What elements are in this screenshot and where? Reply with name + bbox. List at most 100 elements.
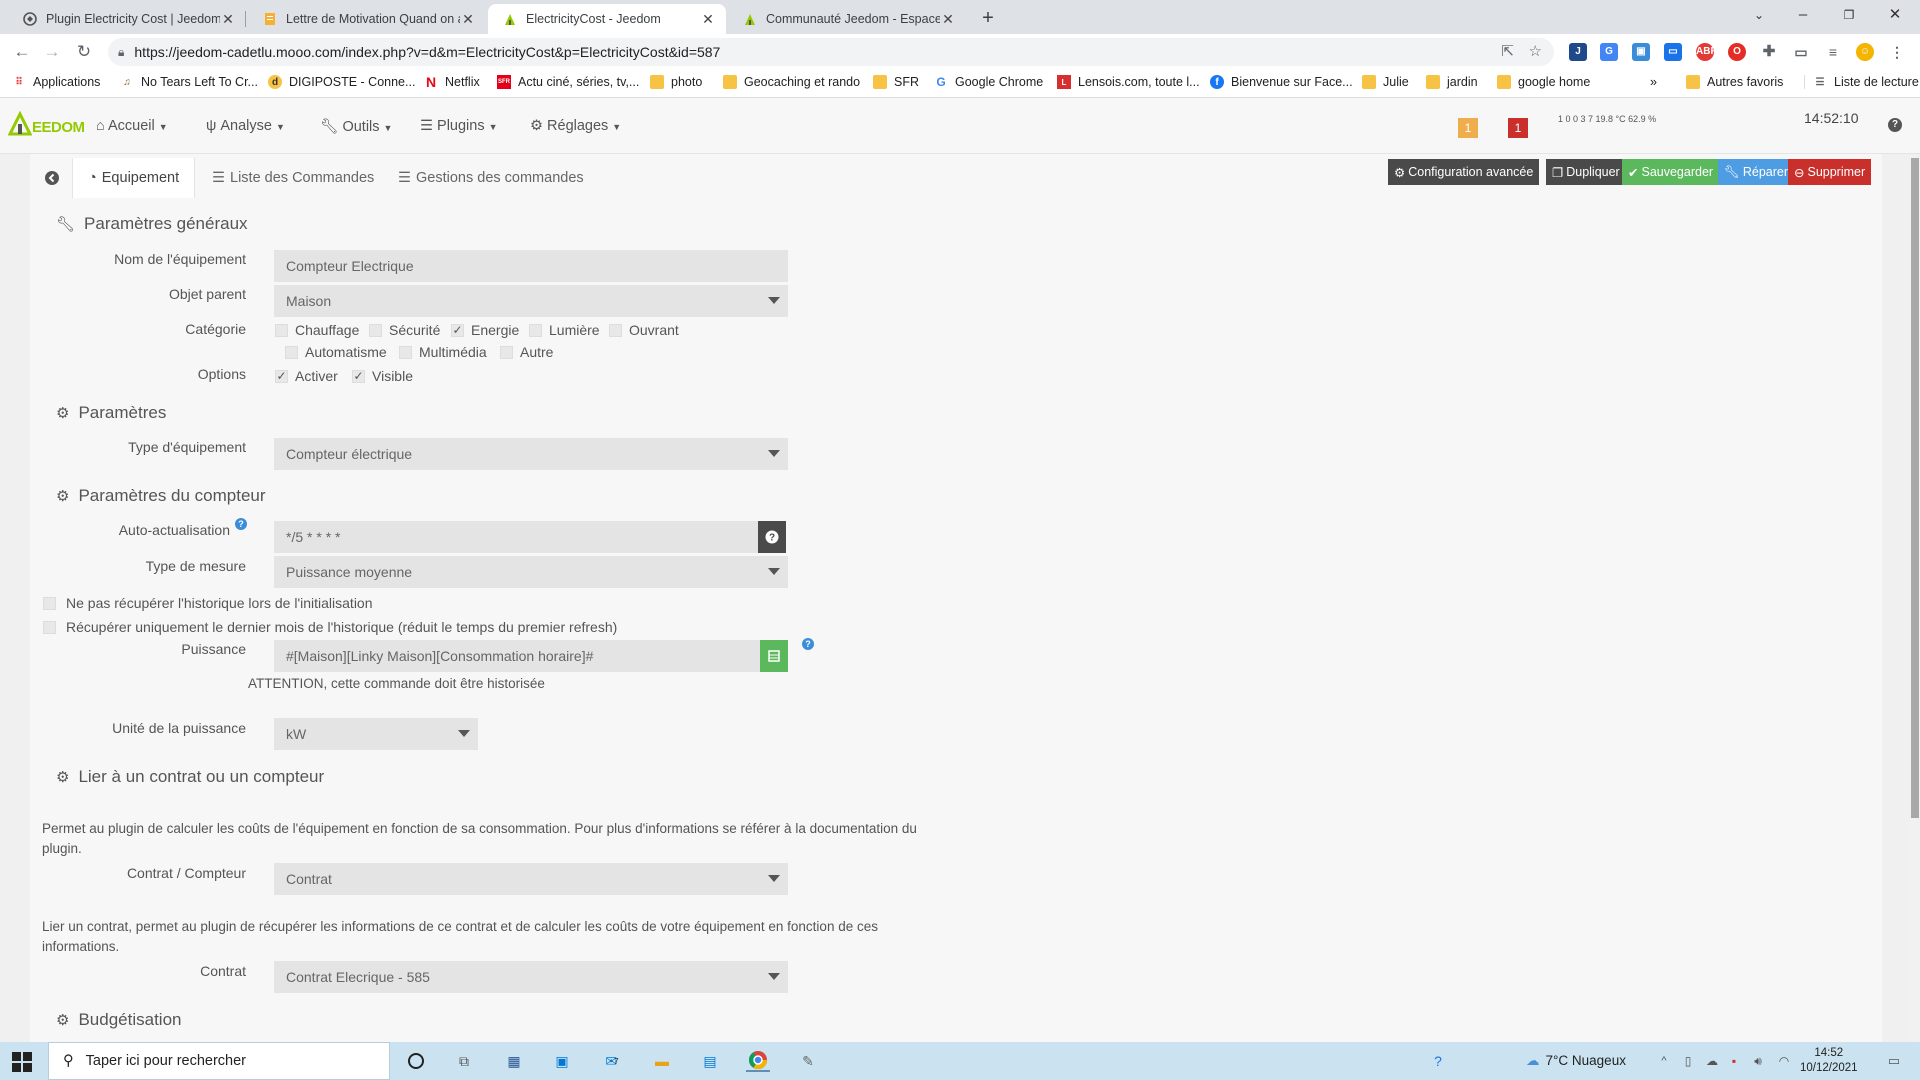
category-checkbox[interactable]: Autre <box>500 344 553 360</box>
chevron-up-icon[interactable]: ^ <box>1652 1050 1676 1072</box>
category-checkbox[interactable]: Sécurité <box>369 322 440 338</box>
bookmark-folder[interactable]: photo <box>650 75 702 89</box>
bookmark-folder[interactable]: Autres favoris <box>1686 75 1783 89</box>
avatar[interactable]: ☺ <box>1856 43 1874 61</box>
bookmark-folder[interactable]: google home <box>1497 75 1590 89</box>
store-icon[interactable]: ▤ <box>698 1050 722 1072</box>
minimize-button[interactable]: – <box>1780 0 1826 30</box>
category-checkbox[interactable]: Chauffage <box>275 322 359 338</box>
menu-accueil[interactable]: ⌂ Accueil ▼ <box>96 118 168 134</box>
paint-icon[interactable]: ✎ <box>796 1050 820 1072</box>
category-checkbox[interactable]: Lumière <box>529 322 600 338</box>
parent-object-select[interactable]: Maison <box>274 285 788 317</box>
power-command-input[interactable]: #[Maison][Linky Maison][Consommation hor… <box>274 640 760 672</box>
select-command-button[interactable] <box>760 640 788 672</box>
task-view-icon[interactable]: ⧉ <box>452 1050 476 1072</box>
cloud-tray-icon[interactable]: ☁ <box>1700 1050 1724 1072</box>
browser-tab[interactable]: Plugin Electricity Cost | Jeedom_c ✕ <box>8 4 246 34</box>
file-explorer-icon[interactable]: ▬ <box>650 1050 674 1072</box>
bookmarks-overflow-button[interactable]: » <box>1650 75 1657 89</box>
taskbar-search-input[interactable]: ⚲ Taper ici pour rechercher <box>48 1042 390 1080</box>
wifi-icon[interactable]: ◠ <box>1772 1050 1796 1072</box>
contract-type-select[interactable]: Contrat <box>274 863 788 895</box>
browser-tab-active[interactable]: ElectricityCost - Jeedom ✕ <box>488 4 726 34</box>
category-checkbox[interactable]: ✓ Energie <box>451 322 519 338</box>
close-window-button[interactable]: ✕ <box>1872 0 1918 30</box>
alert-badge[interactable]: 1 <box>1508 118 1528 138</box>
bookmark-item[interactable]: L Lensois.com, toute l... <box>1057 75 1200 89</box>
contract-select[interactable]: Contrat Elecrique - 585 <box>274 961 788 993</box>
windows-start-icon[interactable] <box>12 1052 32 1072</box>
menu-reglages[interactable]: ⚙ Réglages ▼ <box>530 118 621 134</box>
extension-icon[interactable]: J <box>1569 43 1587 61</box>
delete-button[interactable]: ⊖ Supprimer <box>1788 159 1872 185</box>
bookmark-item[interactable]: ♫ No Tears Left To Cr... <box>120 75 258 89</box>
share-icon[interactable]: ⇱ <box>1501 42 1514 60</box>
bookmark-folder[interactable]: Geocaching et rando <box>723 75 860 89</box>
cron-input[interactable]: */5 * * * * <box>274 521 758 553</box>
bookmark-item[interactable]: G Google Chrome <box>934 75 1043 89</box>
adblock-icon[interactable]: ABP <box>1696 43 1717 61</box>
repair-button[interactable]: 🔧︎ Réparer <box>1718 159 1795 185</box>
close-tab-icon[interactable]: ✕ <box>460 11 476 28</box>
close-tab-icon[interactable]: ✕ <box>700 11 716 28</box>
duplicate-button[interactable]: ❐ Dupliquer <box>1546 159 1626 185</box>
category-checkbox[interactable]: Automatisme <box>285 344 387 360</box>
reload-button[interactable]: ↻ <box>72 40 96 64</box>
menu-plugins[interactable]: ☰ Plugins ▼ <box>420 118 498 134</box>
new-tab-button[interactable]: + <box>975 6 1001 32</box>
equipment-type-select[interactable]: Compteur électrique <box>274 438 788 470</box>
equipment-name-input[interactable]: Compteur Electrique <box>274 250 788 282</box>
weather-widget[interactable]: ☁ 7°C Nuageux <box>1526 1053 1626 1069</box>
bookmark-item[interactable]: d DIGIPOSTE - Conne... <box>268 75 415 89</box>
warning-badge[interactable]: 1 <box>1458 118 1478 138</box>
restore-button[interactable]: ❐ <box>1826 0 1872 30</box>
back-circle-icon[interactable] <box>38 158 66 198</box>
jeedom-logo[interactable]: EEDOM <box>7 110 85 136</box>
visible-checkbox[interactable]: ✓ Visible <box>352 368 413 384</box>
measure-type-select[interactable]: Puissance moyenne <box>274 556 788 588</box>
cortana-icon[interactable] <box>404 1050 428 1072</box>
reading-list-button[interactable]: ☰ Liste de lecture <box>1804 75 1919 89</box>
power-unit-select[interactable]: kW <box>274 718 478 750</box>
bookmark-folder[interactable]: SFR <box>873 75 919 89</box>
address-bar[interactable]: 🔒︎ https://jeedom-cadetlu.mooo.com/index… <box>108 38 1554 66</box>
app-icon[interactable]: ▣ <box>550 1050 574 1072</box>
bookmark-folder[interactable]: jardin <box>1426 75 1478 89</box>
advanced-config-button[interactable]: ⚙ Configuration avancée <box>1388 159 1540 185</box>
scrollbar-thumb[interactable] <box>1911 158 1919 818</box>
browser-tab[interactable]: Communauté Jeedom - Espace c ✕ <box>728 4 966 34</box>
close-tab-icon[interactable]: ✕ <box>940 11 956 28</box>
no-history-checkbox[interactable]: Ne pas récupérer l'historique lors de l'… <box>43 595 373 611</box>
tray-icon[interactable]: ▯ <box>1676 1050 1700 1072</box>
browser-tab[interactable]: Lettre de Motivation Quand on a ✕ <box>248 4 486 34</box>
more-menu-icon[interactable]: ⋮ <box>1888 43 1906 61</box>
bookmark-item[interactable]: N Netflix <box>424 74 480 90</box>
gift-icon[interactable]: ▪ <box>1722 1050 1746 1072</box>
activate-checkbox[interactable]: ✓ Activer <box>275 368 338 384</box>
extension-icon[interactable]: ▣ <box>1632 43 1650 61</box>
volume-icon[interactable]: 🔊︎ <box>1746 1050 1770 1072</box>
category-checkbox[interactable]: Ouvrant <box>609 322 679 338</box>
notifications-icon[interactable]: ▭ <box>1882 1050 1906 1072</box>
forward-button[interactable]: → <box>40 40 64 64</box>
last-month-checkbox[interactable]: Récupérer uniquement le dernier mois de … <box>43 619 617 635</box>
bookmark-item[interactable]: f Bienvenue sur Face... <box>1210 75 1353 89</box>
tab-gestion-commandes[interactable]: ☰ Gestions des commandes <box>398 158 584 198</box>
category-checkbox[interactable]: Multimédia <box>399 344 487 360</box>
help-icon[interactable]: ? <box>1888 118 1902 132</box>
bookmark-item[interactable]: SFR Actu ciné, séries, tv,... <box>497 75 639 89</box>
extension-icon[interactable]: ▭ <box>1664 43 1682 61</box>
bookmark-star-icon[interactable]: ☆ <box>1529 42 1542 60</box>
reading-mode-icon[interactable]: ≡ <box>1824 43 1842 61</box>
tab-liste-commandes[interactable]: ☰ Liste des Commandes <box>212 158 374 198</box>
tab-equipement[interactable]: ◔ Equipement <box>72 158 196 198</box>
save-button[interactable]: ✔ Sauvegarder <box>1622 159 1720 185</box>
menu-analyse[interactable]: ψ Analyse ▼ <box>206 118 285 134</box>
cast-icon[interactable]: ▭ <box>1792 43 1810 61</box>
help-icon[interactable]: ? <box>802 638 814 650</box>
back-button[interactable]: ← <box>10 40 34 64</box>
cron-help-button[interactable]: ? <box>758 521 786 553</box>
calculator-icon[interactable]: ▦ <box>502 1050 526 1072</box>
global-summary[interactable]: 1 0 0 3 7 19.8 °C 62.9 % <box>1558 114 1656 124</box>
